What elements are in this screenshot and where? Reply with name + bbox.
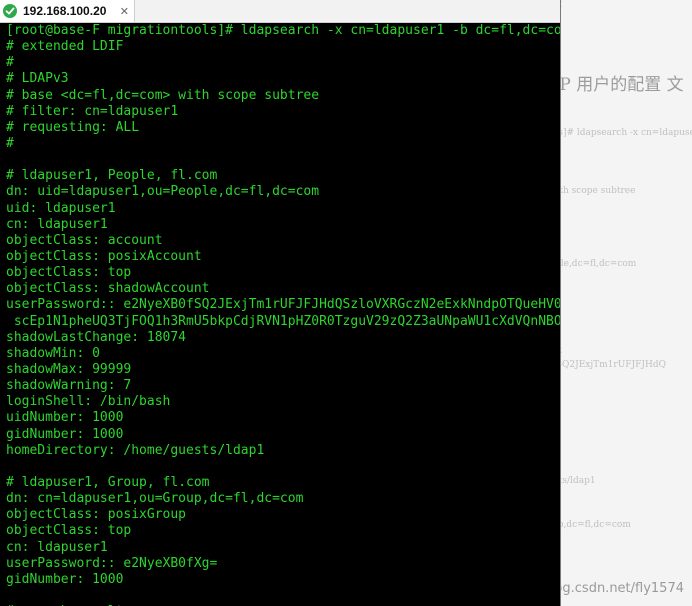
terminal-line: scEp1N1pheUQ3TjFOQ1h3RmU5bkpCdjRVN1pHZ0R…	[6, 313, 561, 329]
tab-label: 192.168.100.20	[23, 4, 107, 18]
terminal-line: dn: cn=ldapuser1,ou=Group,dc=fl,dc=com	[6, 491, 304, 507]
close-icon[interactable]: ✕	[120, 5, 129, 18]
terminal-line: uidNumber: 1000	[6, 410, 124, 426]
terminal-line: objectClass: shadowAccount	[6, 281, 210, 297]
terminal-line: # LDAPv3	[6, 71, 69, 87]
terminal-line: #	[6, 135, 14, 151]
terminal-line: userPassword:: e2NyeXB0fSQ2JExjTm1rUFJFJ…	[6, 297, 561, 313]
terminal-line: uid: ldapuser1	[6, 200, 116, 216]
terminal-line: shadowMax: 99999	[6, 361, 132, 377]
terminal-line: # ldapuser1, Group, fl.com	[6, 474, 210, 490]
terminal-line: objectClass: top	[6, 265, 132, 281]
terminal-line: # extended LDIF	[6, 39, 124, 55]
terminal-line: shadowMin: 0	[6, 345, 100, 361]
terminal-line: gidNumber: 1000	[6, 426, 124, 442]
terminal-output[interactable]: [root@base-F migrationtools]# ldapsearch…	[6, 23, 561, 606]
terminal-line: # ldapuser1, People, fl.com	[6, 168, 218, 184]
terminal-line: objectClass: top	[6, 523, 132, 539]
terminal-window[interactable]: 192.168.100.20 ✕ [root@base-F migrationt…	[0, 0, 561, 606]
terminal-line: gidNumber: 1000	[6, 571, 124, 587]
tab-session[interactable]: 192.168.100.20 ✕	[0, 0, 135, 22]
terminal-line: cn: ldapuser1	[6, 216, 108, 232]
terminal-line: # filter: cn=ldapuser1	[6, 103, 179, 119]
terminal-line: homeDirectory: /home/guests/ldap1	[6, 442, 265, 458]
terminal-line: objectClass: posixAccount	[6, 248, 202, 264]
terminal-line: # base <dc=fl,dc=com> with scope subtree	[6, 87, 320, 103]
terminal-line: cn: ldapuser1	[6, 539, 108, 555]
terminal-line: # requesting: ALL	[6, 119, 140, 135]
terminal-line: dn: uid=ldapuser1,ou=People,dc=fl,dc=com	[6, 184, 320, 200]
tab-bar: 192.168.100.20 ✕	[0, 0, 560, 23]
terminal-line: shadowWarning: 7	[6, 378, 132, 394]
terminal-line: userPassword:: e2NyeXB0fXg=	[6, 555, 218, 571]
terminal-line: [root@base-F migrationtools]# ldapsearch…	[6, 23, 561, 38]
terminal-line: shadowLastChange: 18074	[6, 329, 187, 345]
terminal-line: loginShell: /bin/bash	[6, 394, 171, 410]
terminal-line: objectClass: posixGroup	[6, 507, 187, 523]
check-icon	[3, 4, 17, 18]
terminal-line: objectClass: account	[6, 232, 163, 248]
terminal-line: #	[6, 55, 14, 71]
